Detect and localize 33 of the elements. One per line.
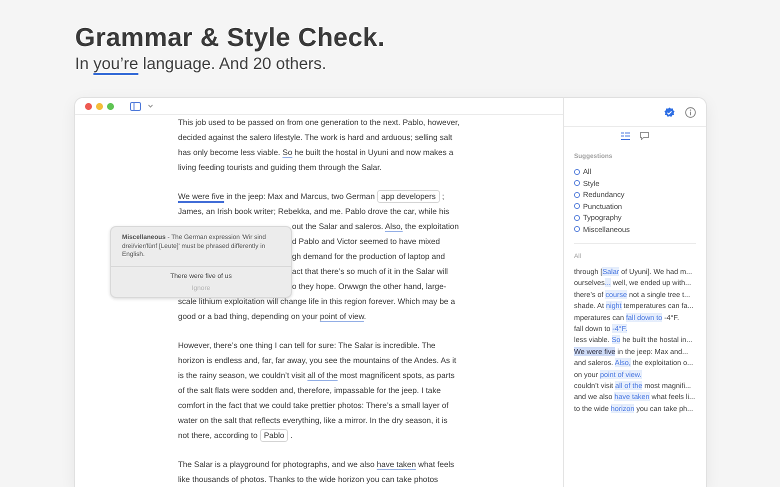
subtitle: In you’re language. And 20 others. [75,55,328,74]
text-line: living feeding tourists and guiding them through the Salar. [178,162,382,174]
text-line: water on the salt that reflects everything, like a mirror. In the dry season, it is [178,415,448,427]
chevron-down-icon[interactable] [148,104,153,108]
close-button[interactable] [85,102,92,110]
text-line: We were five in the jeep: Max and Marcus, two German app developers ; [178,189,444,204]
text-line: horizon is endless and, far, far away, you see the mountains of the Andes. As it [178,355,456,367]
text-line: The Salar is a playground for photographs, and we also have taken what feels [178,459,454,471]
headline: Grammar & Style Check. [75,22,386,53]
comment-tab[interactable] [639,131,650,141]
text-line: decided against the salero lifestyle. The work is hard and arduous; selling salt [178,132,452,144]
text-line: d Pablo and Victor seemed to have mixed [292,236,440,248]
text-line: of the salt flats were sodden and, therefore, impassable for the jeep. I take [178,385,441,397]
list-tab[interactable] [620,131,631,141]
text-line: has only become less viable. So he built the hostal in Uyuni and now makes a [178,147,454,159]
text-line: gh demand for the production of laptop and [292,251,445,263]
text-line: o they hope. Orwwgn the other hand, large- [292,281,446,293]
sidebar-icon[interactable] [130,102,141,110]
text-line: out the Salar and saleros. Also, the exploitation [292,221,459,233]
verified-badge-icon[interactable] [664,106,675,118]
minimize-button[interactable] [96,102,103,110]
text-line: scale lithium exploitation will change life in this region forever. Which may be a [178,296,456,308]
text-line: This job used to be passed on from one generation to the next. Pablo, however, [178,117,460,129]
text-line: good or a bad thing, depending on your point of view. [178,311,366,323]
text-line: like thousands of photos. Thanks to the wide horizon you can take photos [178,474,438,486]
text-line: act that there’s so much of it in the Salar will [292,266,448,278]
info-icon[interactable] [685,106,696,118]
text-line: not there, according to Pablo . [178,428,293,443]
zoom-button[interactable] [107,102,114,110]
text-line: However, there’s one thing I can tell for sure: The Salar is incredible. The [178,340,436,352]
text-line: James, an Irish book writer; Rebekka, and me. Pablo drove the car, while his [178,206,450,218]
text-line: is the rainy season, we couldn’t visit all of the most magnificent spots, as parts [178,370,455,382]
text-line: comfort in the fact that we could take prettier photos: There’s a small layer of [178,400,449,412]
